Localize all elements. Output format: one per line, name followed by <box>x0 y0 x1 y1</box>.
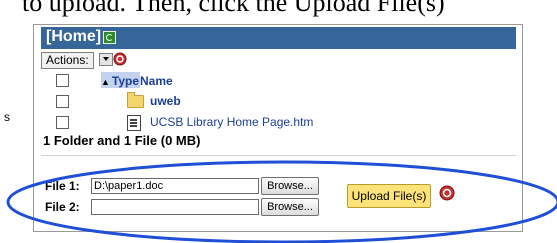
file1-browse-button[interactable]: Browse... <box>261 177 319 195</box>
file-manager-panel: [Home] Actions: ▲ Type Name uweb UCSB Lib… <box>33 24 523 232</box>
select-all-checkbox[interactable] <box>56 74 69 87</box>
file2-input[interactable] <box>91 199 259 215</box>
side-text-fragment: s <box>4 110 10 124</box>
row-name-link[interactable]: uweb <box>150 93 181 109</box>
row-name-link[interactable]: UCSB Library Home Page.htm <box>150 114 313 130</box>
header-bar: [Home] <box>41 27 516 49</box>
instruction-text: to upload. Then, click the Upload File(s… <box>22 0 445 17</box>
table-row: uweb <box>41 92 511 110</box>
row-checkbox[interactable] <box>56 116 69 129</box>
home-title[interactable]: [Home] <box>46 28 101 46</box>
column-header-row: ▲ Type Name <box>41 72 511 89</box>
folder-icon <box>127 92 144 108</box>
chevron-down-icon[interactable] <box>99 53 113 66</box>
cancel-icon[interactable] <box>439 185 455 201</box>
stop-icon[interactable] <box>113 52 127 66</box>
sort-ascending-icon: ▲ <box>101 77 110 87</box>
file2-browse-button[interactable]: Browse... <box>261 198 319 216</box>
refresh-icon[interactable] <box>103 31 116 44</box>
type-column-header[interactable]: ▲ Type <box>101 72 140 88</box>
name-column-header[interactable]: Name <box>140 72 240 88</box>
upload-files-button[interactable]: Upload File(s) <box>347 184 431 208</box>
upload-panel: File 1: D:\paper1.doc Browse... File 2: … <box>41 155 516 226</box>
file1-label: File 1: <box>45 179 80 193</box>
actions-select[interactable]: Actions: <box>41 52 94 69</box>
table-row: UCSB Library Home Page.htm <box>41 113 511 131</box>
actions-row: Actions: <box>41 52 516 70</box>
html-file-icon <box>127 115 141 131</box>
actions-label: Actions: <box>46 53 89 67</box>
file2-label: File 2: <box>45 200 80 214</box>
folder-file-summary: 1 Folder and 1 File (0 MB) <box>43 133 201 148</box>
row-checkbox[interactable] <box>56 95 69 108</box>
file1-input[interactable]: D:\paper1.doc <box>91 178 259 194</box>
